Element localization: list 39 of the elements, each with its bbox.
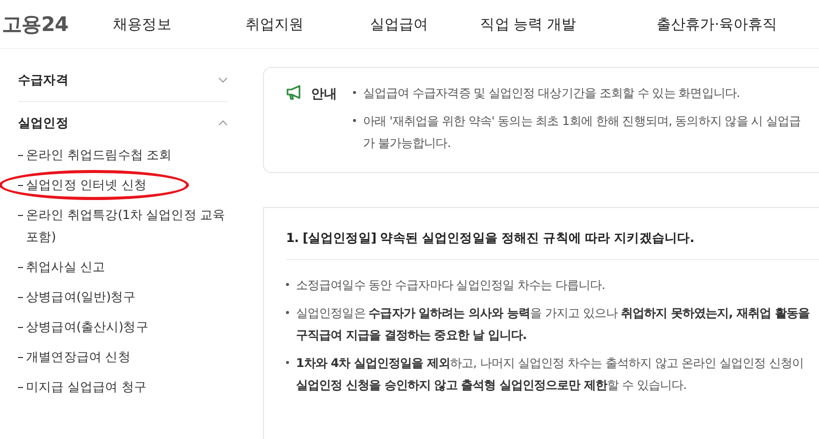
site-logo[interactable]: 고용24 [2,10,113,38]
sidebar-link[interactable]: 온라인 취업드림수첩 조회 [26,144,172,166]
dash-icon [18,297,23,298]
chevron-up-icon[interactable] [218,120,228,126]
bullet-text: 실업인정일은 수급자가 일하려는 의사와 능력을 가지고 있으나 취업하지 못하였는지, 재취업 활동을 구직급여 지급을 결정하는 중요한 날 입니다. [296,305,810,344]
section-title[interactable]: 수급자격 [18,72,68,88]
bullet-text: 아래 '재취업을 위한 약속' 동의는 최초 1회에 한해 진행되며, 동의하지 않을 시 실업급 가 불가능합니다. [363,113,801,152]
dash-icon [18,327,23,328]
bullet-text: 실업급여 수급자격증 및 실업인정 대상기간을 조회할 수 있는 화면입니다. [363,85,740,102]
notice-label: 안내 [311,86,337,103]
bullet-icon [353,119,356,122]
sidebar-link[interactable]: 상병급여(일반)청구 [26,286,136,308]
bullet-icon [286,311,289,314]
sidebar-link[interactable]: 온라인 취업특강(1차 실업인정 교육 포함) [26,204,228,248]
dash-icon [18,267,23,268]
dash-icon [18,357,23,358]
section-title[interactable]: 실업인정 [18,114,68,132]
bullet-text: 소정급여일수 동안 수급자마다 실업인정일 차수는 다릅니다. [296,277,605,294]
sidebar-link[interactable]: 미지급 실업급여 청구 [26,376,147,398]
bullet-icon [286,283,289,286]
megaphone-icon [286,85,303,100]
nav-link[interactable]: 출산휴가·육아휴직 [656,14,778,34]
rule-title: 1. [실업인정일] 약속된 실업인정일을 정해진 규칙에 따라 지키겠습니다. [286,230,819,260]
dash-icon [18,185,23,186]
dash-icon [18,155,23,156]
nav-link[interactable]: 채용정보 [113,14,172,34]
sidebar-link[interactable]: 개별연장급여 신청 [26,346,130,368]
nav-link[interactable]: 직업 능력 개발 [480,14,576,34]
bullet-icon [353,91,356,94]
sidebar-link[interactable]: 실업인정 인터넷 신청 [26,174,147,196]
sidebar-link[interactable]: 취업사실 신고 [26,256,106,278]
bullet-text: 1차와 4차 실업인정일을 제외하고, 나머지 실업인정 차수는 출석하지 않고 온라인 실업인정 신청이 실업인정 신청을 승인하지 않고 출석형 실업인정으로만 제한할 수 있습니다. [296,355,804,394]
sidebar-link[interactable]: 상병급여(출산시)청구 [26,316,148,338]
dash-icon [18,215,23,216]
dash-icon [18,387,23,388]
nav-link[interactable]: 취업지원 [245,14,304,34]
bullet-icon [286,361,289,364]
chevron-down-icon[interactable] [218,77,228,83]
nav-link[interactable]: 실업급여 [370,14,428,34]
